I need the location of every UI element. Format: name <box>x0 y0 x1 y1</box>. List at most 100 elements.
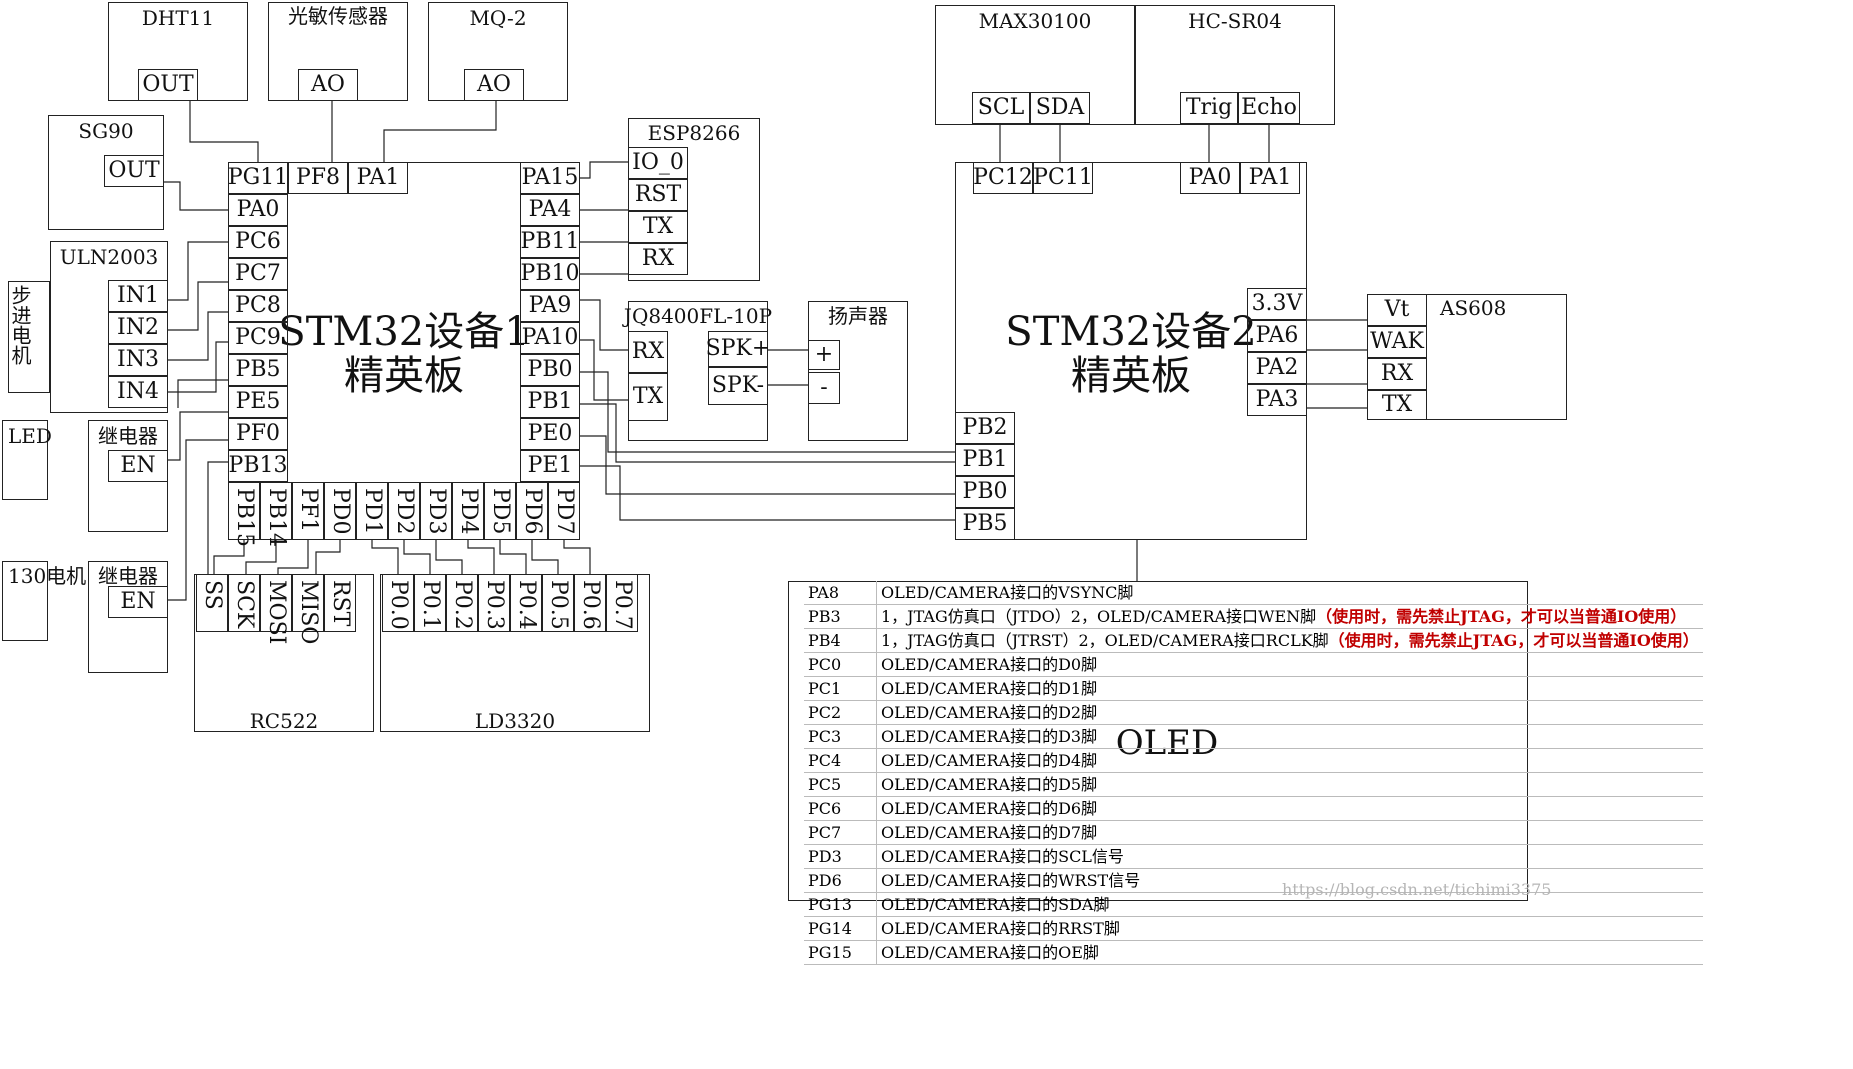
esp8266-pin-1: RST <box>634 182 682 207</box>
wire-dht11-pg11 <box>189 101 259 162</box>
wire-pd0-rst <box>315 540 341 574</box>
wire-pa10-tx <box>580 339 628 401</box>
oled-row-desc: 1，JTAG仿真口（JTRST）2，OLED/CAMERA接口RCLK脚（使用时… <box>876 628 1703 653</box>
oled-row-desc-text: OLED/CAMERA接口的D1脚 <box>881 679 1098 698</box>
board1-left-pin-0: PA0 <box>236 197 280 222</box>
sg90-pin-out: OUT <box>108 158 160 183</box>
esp8266-pin-2: TX <box>642 214 674 239</box>
wire-ld3320-3 <box>467 540 495 574</box>
uln2003-pin-2: IN3 <box>117 347 159 372</box>
oled-row-desc: OLED/CAMERA接口的D1脚 <box>876 676 1703 701</box>
oled-row-desc-text: OLED/CAMERA接口的WRST信号 <box>881 871 1141 890</box>
rc522-pin-1: SCK <box>232 580 257 629</box>
as608-pin-3: TX <box>1381 392 1413 417</box>
ld3320-pin-6: P0.6 <box>578 580 603 630</box>
uln2003-title: ULN2003 <box>59 245 159 269</box>
oled-row-desc: OLED/CAMERA接口的D4脚 <box>876 748 1703 773</box>
board2-top-pin-0: PC12 <box>973 165 1033 190</box>
oled-row-warning: （使用时，需先禁止JTAG，才可以当普通IO使用） <box>1316 607 1687 626</box>
table-row: PC2 OLED/CAMERA接口的D2脚 <box>804 700 1703 725</box>
table-row: PB3 1，JTAG仿真口（JTDO）2，OLED/CAMERA接口WEN脚（使用… <box>804 604 1703 629</box>
esp8266-pin-0: IO_0 <box>632 150 684 175</box>
dht11-pin-out: OUT <box>142 72 194 97</box>
jq8400-pin-rx: RX <box>631 339 665 364</box>
board2-right-pin-1: PA6 <box>1255 323 1299 348</box>
oled-row-pin: PG14 <box>804 916 877 941</box>
oled-row-pin: PD6 <box>804 868 877 893</box>
oled-row-desc-text: OLED/CAMERA接口的D3脚 <box>881 727 1098 746</box>
board1-left-pin-1: PC6 <box>235 229 281 254</box>
relay1-title: 继电器 <box>98 424 158 448</box>
oled-row-desc: 1，JTAG仿真口（JTDO）2，OLED/CAMERA接口WEN脚（使用时，需… <box>876 604 1703 629</box>
oled-row-pin: PB4 <box>804 628 877 653</box>
mq2-title: MQ-2 <box>469 6 527 30</box>
board1-left-pin-5: PB5 <box>235 357 281 382</box>
board1-right-pin-8: PE0 <box>527 421 573 446</box>
oled-row-desc: OLED/CAMERA接口的D5脚 <box>876 772 1703 797</box>
oled-row-desc: OLED/CAMERA接口的RRST脚 <box>876 916 1703 941</box>
board2-top-pin-1: PC11 <box>1033 165 1093 190</box>
wire-ld3320-0 <box>371 540 399 574</box>
board1-right-pin-6: PB0 <box>527 357 573 382</box>
table-row: PG13 OLED/CAMERA接口的SDA脚 <box>804 892 1703 917</box>
board1-bottom-pin-10: PD7 <box>552 488 577 535</box>
board1-left-pin-4: PC9 <box>235 325 281 350</box>
esp8266-pin-3: RX <box>641 246 675 271</box>
dht11-title: DHT11 <box>141 6 215 30</box>
oled-row-desc-text: OLED/CAMERA接口的VSYNC脚 <box>881 583 1134 602</box>
wire-ld3320-5 <box>531 540 559 574</box>
rc522-pin-3: MISO <box>296 580 321 645</box>
table-row: PC5 OLED/CAMERA接口的D5脚 <box>804 772 1703 797</box>
board2-left-pin-2: PB0 <box>962 479 1008 504</box>
oled-row-pin: PG15 <box>804 940 877 965</box>
oled-row-desc-text: OLED/CAMERA接口的OE脚 <box>881 943 1099 962</box>
oled-row-desc: OLED/CAMERA接口的SCL信号 <box>876 844 1703 869</box>
oled-row-desc: OLED/CAMERA接口的D0脚 <box>876 652 1703 677</box>
oled-pin-table: PA8 OLED/CAMERA接口的VSYNC脚 PB3 1，JTAG仿真口（JTDO… <box>804 581 1703 965</box>
board1-bottom-pin-6: PD3 <box>424 488 449 535</box>
board2-left-pin-1: PB1 <box>962 447 1008 472</box>
oled-row-desc: OLED/CAMERA接口的D7脚 <box>876 820 1703 845</box>
oled-row-desc: OLED/CAMERA接口的D3脚 <box>876 724 1703 749</box>
max30100-pin-sda: SDA <box>1035 95 1085 120</box>
table-row: PA8 OLED/CAMERA接口的VSYNC脚 <box>804 581 1703 605</box>
oled-row-desc-text: OLED/CAMERA接口的D0脚 <box>881 655 1098 674</box>
uln2003-pin-1: IN2 <box>117 315 159 340</box>
oled-row-pin: PD3 <box>804 844 877 869</box>
table-row: PD6 OLED/CAMERA接口的WRST信号 <box>804 868 1703 893</box>
ld3320-pin-3: P0.3 <box>482 580 507 630</box>
oled-row-desc-text: OLED/CAMERA接口的D4脚 <box>881 751 1098 770</box>
table-row: PC6 OLED/CAMERA接口的D6脚 <box>804 796 1703 821</box>
speaker-pin-plus: + <box>814 342 834 367</box>
rc522-pin-0: SS <box>200 580 225 610</box>
speaker-title: 扬声器 <box>828 304 888 328</box>
oled-row-pin: PA8 <box>804 581 877 605</box>
wire-ld3320-4 <box>499 540 527 574</box>
stepper-motor-title: 步进电机 <box>8 285 32 365</box>
table-row: PB4 1，JTAG仿真口（JTRST）2，OLED/CAMERA接口RCLK脚（… <box>804 628 1703 653</box>
wire-in4-pc9 <box>168 341 228 393</box>
board1-left-pin-7: PF0 <box>235 421 281 446</box>
board1-title-line1: STM32设备1 <box>278 309 530 355</box>
oled-row-desc: OLED/CAMERA接口的VSYNC脚 <box>876 581 1703 605</box>
max30100-title: MAX30100 <box>978 9 1092 33</box>
oled-row-pin: PC0 <box>804 652 877 677</box>
board1-right-pin-3: PB10 <box>520 261 580 286</box>
relay2-pin-en: EN <box>120 589 156 614</box>
wire-pa15-io0 <box>580 161 628 179</box>
board2-right-pin-0: 3.3V <box>1251 291 1303 316</box>
oled-row-desc: OLED/CAMERA接口的OE脚 <box>876 940 1703 965</box>
board1-right-pin-1: PA4 <box>528 197 572 222</box>
led-title: LED <box>8 424 52 448</box>
board1-left-pin-6: PE5 <box>235 389 281 414</box>
wire-pb13-ss <box>207 461 228 574</box>
hcsr04-title: HC-SR04 <box>1188 9 1282 33</box>
board1-right-pin-9: PE1 <box>527 453 573 478</box>
table-row: PC3 OLED/CAMERA接口的D3脚 <box>804 724 1703 749</box>
oled-row-desc: OLED/CAMERA接口的D2脚 <box>876 700 1703 725</box>
rc522-pin-4: RST <box>328 580 353 627</box>
table-row: PC0 OLED/CAMERA接口的D0脚 <box>804 652 1703 677</box>
jq8400-pin-spk-plus: SPK+ <box>705 336 771 361</box>
board1-left-pin-8: PB13 <box>228 453 288 478</box>
board1-bottom-pin-8: PD5 <box>488 488 513 535</box>
